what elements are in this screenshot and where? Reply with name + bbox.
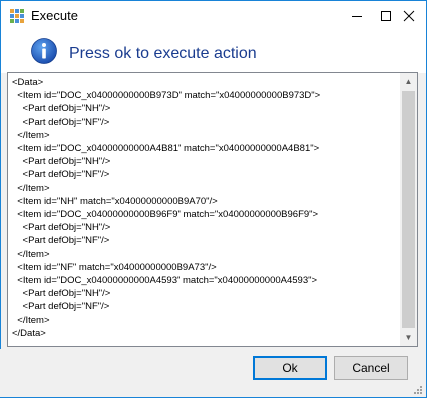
title-bar[interactable]: Execute <box>1 1 426 31</box>
xml-line: <Part defObj="NF"/> <box>12 169 110 181</box>
xml-line: <Item id="DOC_x04000000000A4B81" match="… <box>12 143 320 155</box>
xml-line: <Part defObj="NH"/> <box>12 103 111 115</box>
scroll-up-icon[interactable]: ▲ <box>400 73 417 90</box>
scrollbar-thumb[interactable] <box>402 91 415 328</box>
window-title: Execute <box>31 8 78 23</box>
xml-line: <Part defObj="NH"/> <box>12 156 111 168</box>
scroll-down-icon[interactable]: ▼ <box>400 329 417 346</box>
ok-button[interactable]: Ok <box>253 356 327 380</box>
xml-line: <Item id="NH" match="x04000000000B9A70"/… <box>12 195 218 207</box>
xml-line: <Part defObj="NH"/> <box>12 288 111 300</box>
xml-line: <Item id="DOC_x04000000000B973D" match="… <box>12 90 321 102</box>
xml-line: <Part defObj="NF"/> <box>12 116 110 128</box>
xml-line: <Data> <box>12 77 44 88</box>
resize-grip-icon[interactable] <box>411 383 423 395</box>
xml-line: <Item id="DOC_x04000000000B96F9" match="… <box>12 209 319 221</box>
app-grid-icon <box>10 9 24 23</box>
xml-line: <Part defObj="NF"/> <box>12 235 110 247</box>
xml-text-area[interactable]: <Data> <Item id="DOC_x04000000000B973D" … <box>7 72 418 347</box>
cancel-button[interactable]: Cancel <box>334 356 408 380</box>
header-message: Press ok to execute action <box>69 45 257 62</box>
xml-line: <Part defObj="NF"/> <box>12 301 110 313</box>
vertical-scrollbar[interactable]: ▲ ▼ <box>400 73 417 346</box>
xml-line: </Data> <box>12 327 46 339</box>
xml-line: </Item> <box>12 248 50 260</box>
close-icon <box>403 10 415 22</box>
info-icon <box>31 38 57 64</box>
xml-line: <Item id="NF" match="x04000000000B9A73"/… <box>12 261 217 273</box>
xml-content: <Data> <Item id="DOC_x04000000000B973D" … <box>12 76 320 340</box>
close-button[interactable] <box>392 1 426 31</box>
xml-line: </Item> <box>12 314 50 326</box>
xml-line: </Item> <box>12 129 50 141</box>
xml-line: <Part defObj="NH"/> <box>12 222 111 234</box>
xml-line: <Item id="DOC_x04000000000A4593" match="… <box>12 275 318 287</box>
xml-line: </Item> <box>12 182 50 194</box>
